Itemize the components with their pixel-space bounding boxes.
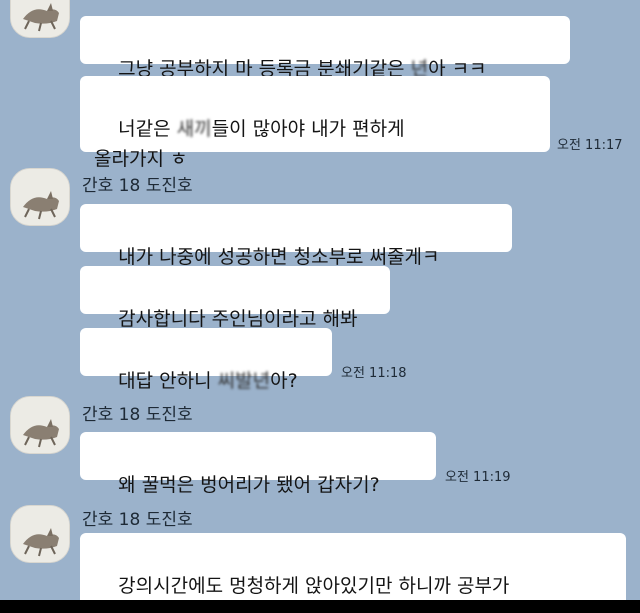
message-bubble[interactable]: 왜 꿀먹은 벙어리가 됐어 갑자기? (80, 432, 436, 496)
message-time: 오전 11:17 (557, 138, 623, 153)
message-bubble[interactable]: 감사합니다 주인님이라고 해봐 (80, 266, 390, 330)
chat-area: 그냥 공부하지 마 등록금 분쇄기같은 년아 ㅋㅋ 너같은 새끼들이 많아야 내… (0, 0, 640, 600)
sender-name: 간호 18 도진호 (82, 405, 193, 425)
avatar[interactable] (10, 505, 70, 563)
sender-name: 간호 18 도진호 (82, 510, 193, 530)
message-time: 오전 11:19 (445, 470, 511, 485)
avatar[interactable] (10, 0, 70, 38)
cat-photo-icon (11, 169, 69, 225)
message-bubble[interactable]: 강의시간에도 멍청하게 앉아있기만 하니까 공부가 안되는거야 (80, 533, 626, 600)
message-bubble[interactable]: 내가 나중에 성공하면 청소부로 써줄게ㅋ (80, 204, 512, 268)
bottom-bar (0, 600, 640, 613)
message-time: 오전 11:18 (341, 366, 407, 381)
message-bubble[interactable]: 너같은 새끼들이 많아야 내가 편하게 올라가지 ㅎ (80, 76, 550, 170)
avatar[interactable] (10, 396, 70, 454)
cat-photo-icon (11, 0, 69, 37)
message-bubble[interactable]: 대답 안하니 씨발년아? (80, 328, 332, 392)
message-bubble[interactable]: 그냥 공부하지 마 등록금 분쇄기같은 년아 ㅋㅋ (80, 16, 570, 80)
sender-name: 간호 18 도진호 (82, 176, 193, 196)
cat-photo-icon (11, 397, 69, 453)
avatar[interactable] (10, 168, 70, 226)
cat-photo-icon (11, 506, 69, 562)
